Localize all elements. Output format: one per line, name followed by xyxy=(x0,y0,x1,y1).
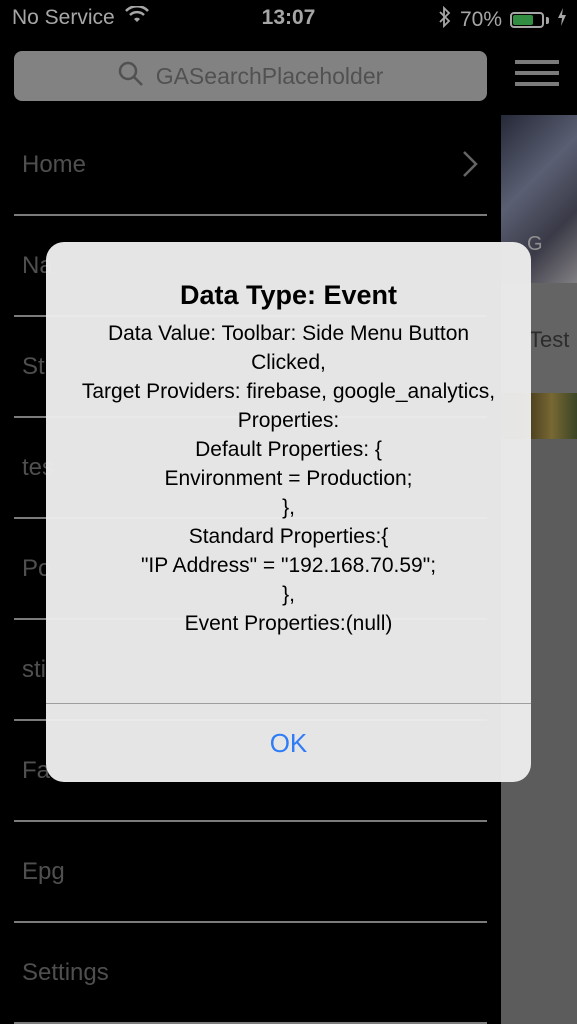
alert-title: Data Type: Event xyxy=(179,280,398,310)
ok-button[interactable]: OK xyxy=(46,704,531,782)
alert-dialog: Data Type: Event Data Value: Toolbar: Si… xyxy=(46,242,531,782)
alert-message: Data Value: Toolbar: Side Menu Button Cl… xyxy=(81,322,496,635)
